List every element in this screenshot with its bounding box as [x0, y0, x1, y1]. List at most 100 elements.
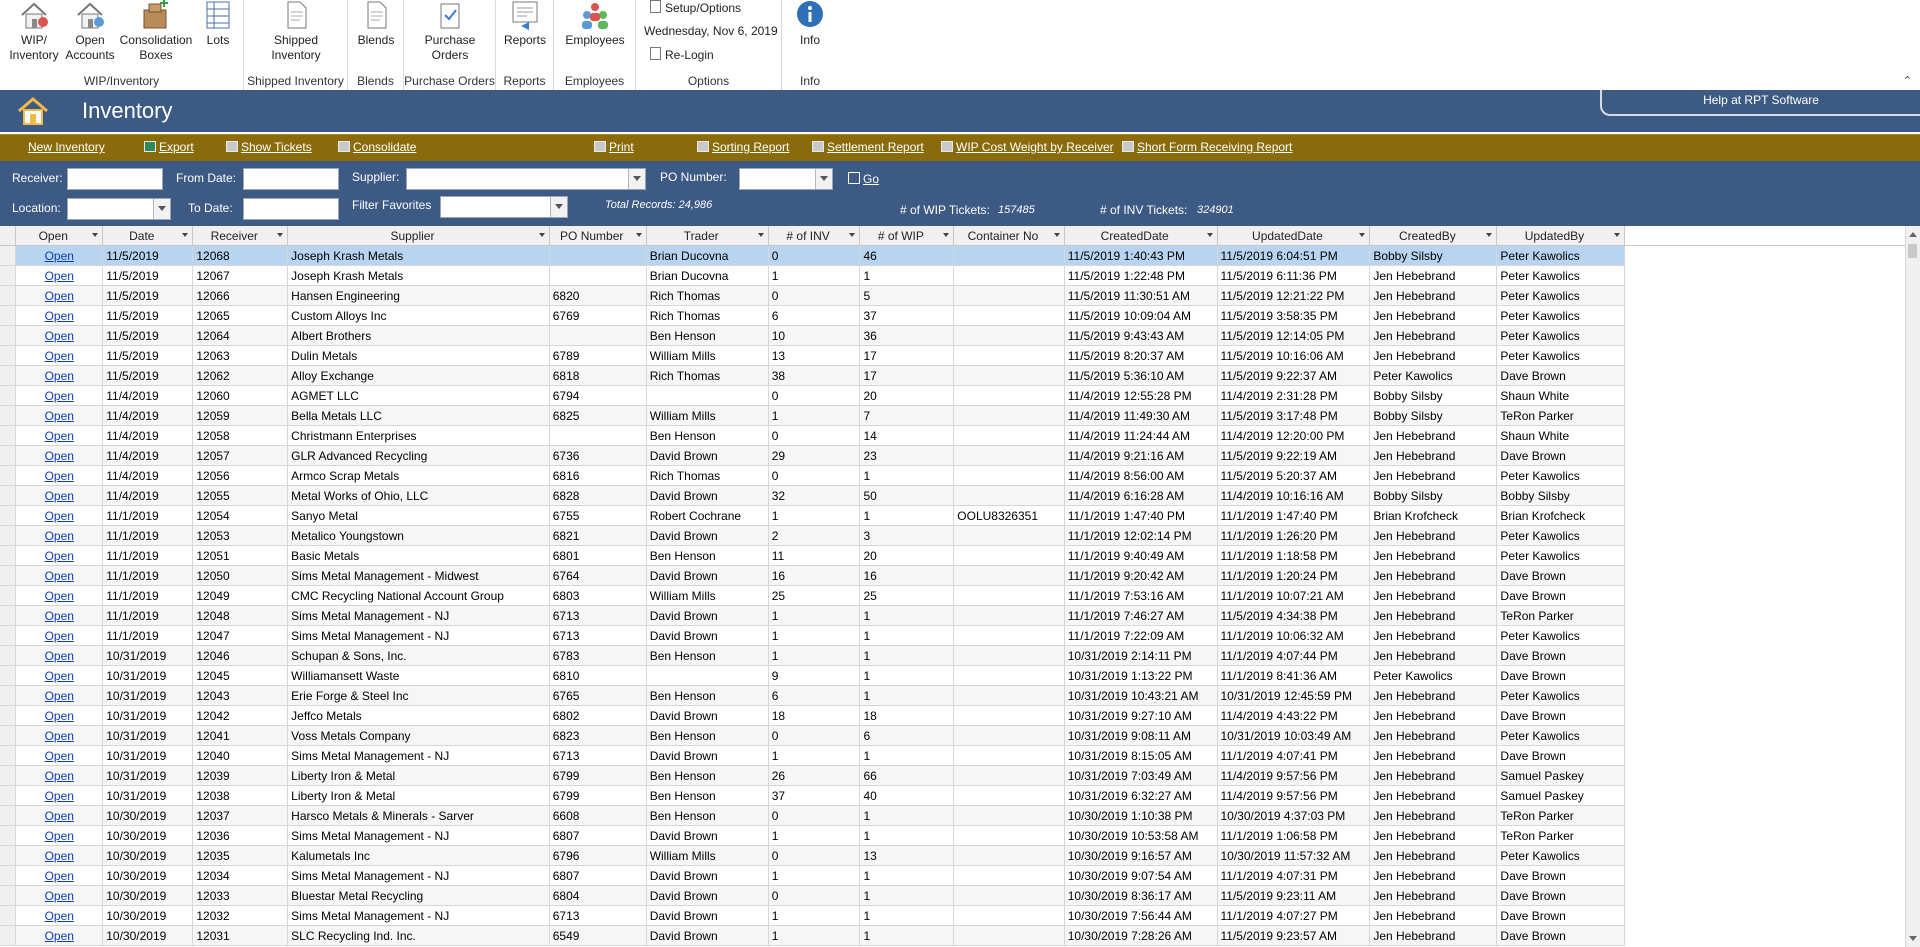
row-selector[interactable] — [0, 405, 17, 426]
cell-receiver[interactable]: 12047 — [192, 625, 289, 646]
row-selector[interactable] — [0, 585, 17, 606]
cell-updateddate[interactable]: 11/1/2019 1:20:24 PM — [1217, 565, 1371, 586]
cell-of-inv[interactable]: 37 — [768, 785, 861, 806]
cell-updateddate[interactable]: 11/1/2019 1:26:20 PM — [1217, 525, 1371, 546]
cell-of-inv[interactable]: 9 — [768, 665, 861, 686]
row-selector[interactable] — [0, 525, 17, 546]
cell-date[interactable]: 10/31/2019 — [102, 665, 194, 686]
table-row[interactable]: Open 11/5/2019 12066 Hansen Engineering 6820… — [0, 285, 1906, 306]
cell-date[interactable]: 11/1/2019 — [102, 625, 194, 646]
cell-updateddate[interactable]: 11/4/2019 4:43:22 PM — [1217, 705, 1371, 726]
cell-receiver[interactable]: 12031 — [192, 925, 289, 946]
cell-trader[interactable]: Ben Henson — [646, 785, 769, 806]
cell-supplier[interactable]: Sims Metal Management - NJ — [287, 865, 550, 886]
cell-trader[interactable]: David Brown — [646, 525, 769, 546]
cell-container-no[interactable]: OOLU8326351 — [953, 505, 1065, 526]
cell-receiver[interactable]: 12060 — [192, 385, 289, 406]
cell-date[interactable]: 11/4/2019 — [102, 425, 194, 446]
table-row[interactable]: Open 10/31/2019 12043 Erie Forge & Steel In… — [0, 685, 1906, 706]
chevron-down-icon[interactable] — [815, 169, 832, 189]
cell-receiver[interactable]: 12035 — [192, 845, 289, 866]
cell-date[interactable]: 11/4/2019 — [102, 465, 194, 486]
cell-receiver[interactable]: 12034 — [192, 865, 289, 886]
cell-createdby[interactable]: Jen Hebebrand — [1369, 605, 1498, 626]
cell-receiver[interactable]: 12039 — [192, 765, 289, 786]
cell-supplier[interactable]: CMC Recycling National Account Group — [287, 585, 550, 606]
po-number-select[interactable] — [739, 168, 833, 190]
sort-dropdown-icon[interactable] — [1486, 233, 1493, 237]
open-record-link[interactable]: Open — [45, 789, 74, 803]
cell-updatedby[interactable]: Peter Kawolics — [1496, 345, 1625, 366]
table-row[interactable]: Open 10/30/2019 12033 Bluestar Metal Recycl… — [0, 885, 1906, 906]
cell-updatedby[interactable]: Dave Brown — [1496, 705, 1625, 726]
open-record-link[interactable]: Open — [45, 729, 74, 743]
cell-of-wip[interactable]: 20 — [859, 385, 955, 406]
new-inventory-button[interactable]: New Inventory — [28, 140, 105, 154]
cell-receiver[interactable]: 12067 — [192, 265, 289, 286]
sort-dropdown-icon[interactable] — [635, 233, 642, 237]
cell-container-no[interactable] — [953, 425, 1065, 446]
cell-container-no[interactable] — [953, 405, 1065, 426]
cell-date[interactable]: 10/31/2019 — [102, 745, 194, 766]
cell-supplier[interactable]: Metalico Youngstown — [287, 525, 550, 546]
column-header[interactable]: Supplier — [287, 226, 550, 246]
column-header[interactable]: Open — [15, 226, 104, 246]
cell-updatedby[interactable]: Peter Kawolics — [1496, 525, 1625, 546]
row-selector[interactable] — [0, 685, 17, 706]
cell-date[interactable]: 11/1/2019 — [102, 605, 194, 626]
cell-updateddate[interactable]: 11/5/2019 10:16:06 AM — [1217, 345, 1371, 366]
wip-inventory-button[interactable]: WIP/ Inventory — [4, 0, 64, 63]
cell-of-wip[interactable]: 1 — [859, 685, 955, 706]
cell-createddate[interactable]: 10/31/2019 1:13:22 PM — [1064, 665, 1218, 686]
to-date-input[interactable] — [243, 198, 339, 220]
cell-po-number[interactable]: 6807 — [549, 865, 647, 886]
cell-updatedby[interactable]: Peter Kawolics — [1496, 845, 1625, 866]
row-selector[interactable] — [0, 625, 17, 646]
cell-createddate[interactable]: 11/1/2019 9:20:42 AM — [1064, 565, 1218, 586]
cell-of-inv[interactable]: 10 — [768, 325, 861, 346]
row-selector[interactable] — [0, 885, 17, 906]
row-selector[interactable] — [0, 425, 17, 446]
cell-createddate[interactable]: 11/5/2019 9:43:43 AM — [1064, 325, 1218, 346]
cell-supplier[interactable]: Bluestar Metal Recycling — [287, 885, 550, 906]
row-selector[interactable] — [0, 785, 17, 806]
cell-container-no[interactable] — [953, 625, 1065, 646]
cell-container-no[interactable] — [953, 905, 1065, 926]
cell-createddate[interactable]: 10/30/2019 7:28:26 AM — [1064, 925, 1218, 946]
cell-of-wip[interactable]: 1 — [859, 745, 955, 766]
cell-date[interactable]: 10/31/2019 — [102, 785, 194, 806]
cell-supplier[interactable]: AGMET LLC — [287, 385, 550, 406]
cell-receiver[interactable]: 12063 — [192, 345, 289, 366]
sort-dropdown-icon[interactable] — [538, 233, 545, 237]
help-link[interactable]: Help at RPT Software — [1600, 90, 1920, 116]
row-selector[interactable] — [0, 745, 17, 766]
cell-trader[interactable]: David Brown — [646, 705, 769, 726]
sort-dropdown-icon[interactable] — [1053, 233, 1060, 237]
cell-of-inv[interactable]: 6 — [768, 685, 861, 706]
cell-po-number[interactable]: 6713 — [549, 605, 647, 626]
cell-container-no[interactable] — [953, 565, 1065, 586]
cell-updatedby[interactable]: Dave Brown — [1496, 745, 1625, 766]
cell-supplier[interactable]: Schupan & Sons, Inc. — [287, 645, 550, 666]
row-selector[interactable] — [0, 645, 17, 666]
cell-createddate[interactable]: 11/5/2019 8:20:37 AM — [1064, 345, 1218, 366]
cell-createdby[interactable]: Jen Hebebrand — [1369, 565, 1498, 586]
table-row[interactable]: Open 11/1/2019 12047 Sims Metal Management … — [0, 625, 1906, 646]
cell-createddate[interactable]: 10/31/2019 8:15:05 AM — [1064, 745, 1218, 766]
cell-receiver[interactable]: 12038 — [192, 785, 289, 806]
cell-date[interactable]: 10/30/2019 — [102, 885, 194, 906]
cell-date[interactable]: 10/31/2019 — [102, 765, 194, 786]
row-selector[interactable] — [0, 765, 17, 786]
open-record-link[interactable]: Open — [45, 389, 74, 403]
cell-createddate[interactable]: 10/31/2019 10:43:21 AM — [1064, 685, 1218, 706]
cell-updateddate[interactable]: 10/30/2019 11:57:32 AM — [1217, 845, 1371, 866]
cell-updateddate[interactable]: 11/5/2019 3:58:35 PM — [1217, 305, 1371, 326]
cell-container-no[interactable] — [953, 605, 1065, 626]
cell-of-inv[interactable]: 0 — [768, 465, 861, 486]
open-record-link[interactable]: Open — [45, 569, 74, 583]
cell-of-wip[interactable]: 6 — [859, 725, 955, 746]
cell-receiver[interactable]: 12037 — [192, 805, 289, 826]
cell-updatedby[interactable]: Peter Kawolics — [1496, 265, 1625, 286]
cell-po-number[interactable]: 6549 — [549, 925, 647, 946]
column-header[interactable]: UpdatedBy — [1496, 226, 1625, 246]
